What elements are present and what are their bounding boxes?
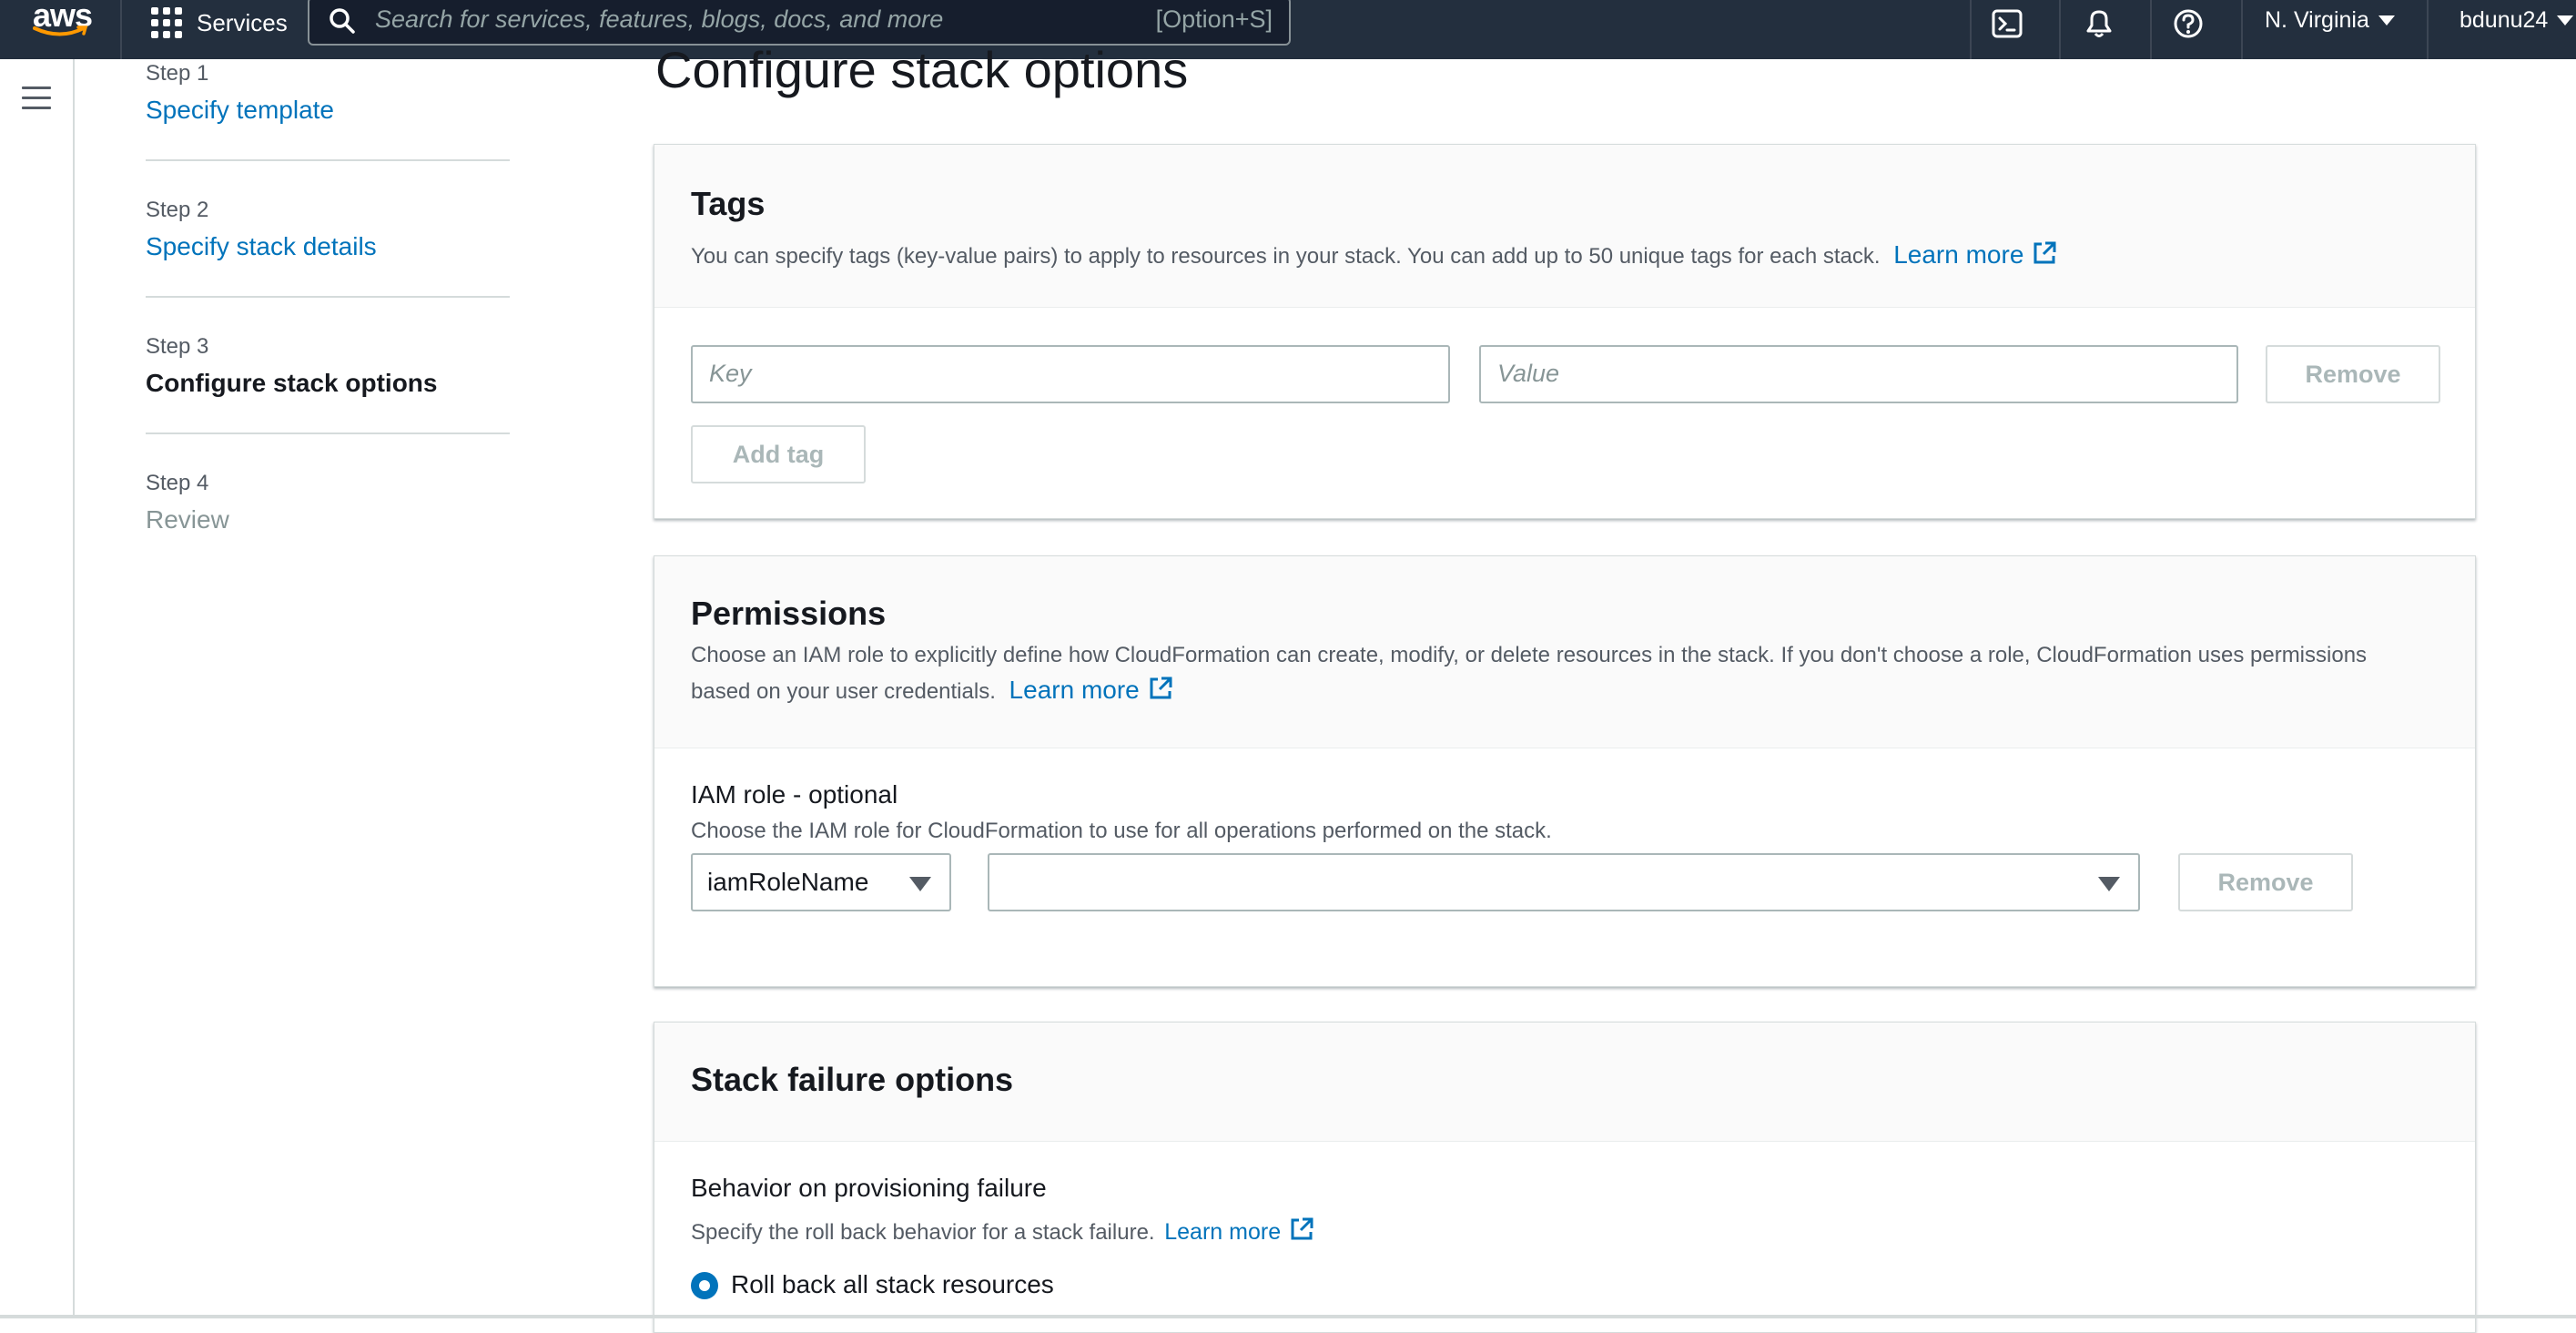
nav-divider (2150, 0, 2152, 59)
permissions-description: Choose an IAM role to explicitly define … (691, 638, 2448, 709)
caret-down-icon (2378, 15, 2395, 25)
add-tag-button[interactable]: Add tag (691, 425, 866, 483)
search-shortcut-hint: [Option+S] (1155, 5, 1273, 33)
iam-role-type-value: iamRoleName (707, 868, 869, 896)
step-review-disabled: Review (146, 505, 229, 534)
behavior-description: Specify the roll back behavior for a sta… (691, 1216, 1315, 1246)
notifications-bell-icon[interactable] (2081, 5, 2117, 42)
iam-role-name-select[interactable] (988, 853, 2140, 911)
rollback-all-radio[interactable] (691, 1272, 718, 1299)
step-number: Step 3 (146, 334, 209, 359)
step-number: Step 1 (146, 61, 209, 86)
behavior-description-text: Specify the roll back behavior for a sta… (691, 1220, 1155, 1245)
tags-panel: Tags You can specify tags (key-value pai… (654, 144, 2476, 519)
stack-failure-title: Stack failure options (691, 1061, 1014, 1098)
wizard-step-1: Step 1 Specify template (146, 59, 510, 161)
permissions-panel: Permissions Choose an IAM role to explic… (654, 555, 2476, 987)
region-label: N. Virginia (2265, 7, 2369, 33)
tags-description: You can specify tags (key-value pairs) t… (691, 238, 2058, 274)
top-navigation: aws Services Search for services, featur… (0, 0, 2576, 59)
services-menu-button[interactable]: Services (151, 0, 288, 46)
cloudshell-icon[interactable] (1990, 5, 2026, 42)
caret-down-icon (2098, 877, 2120, 891)
rollback-all-label[interactable]: Roll back all stack resources (731, 1270, 1054, 1299)
nav-divider (120, 0, 122, 59)
account-name: bdunu24 (2459, 7, 2549, 33)
wizard-steps: Step 1 Specify template Step 2 Specify s… (146, 59, 510, 569)
behavior-learn-more-link[interactable]: Learn more (1164, 1217, 1315, 1245)
iam-role-remove-button[interactable]: Remove (2178, 853, 2353, 911)
step-link-specify-template[interactable]: Specify template (146, 96, 334, 125)
tag-value-input[interactable]: Value (1479, 345, 2238, 403)
external-link-icon (1150, 677, 1172, 699)
window-bottom-edge (0, 1315, 2576, 1318)
iam-role-description: Choose the IAM role for CloudFormation t… (691, 819, 1552, 843)
caret-down-icon (2557, 15, 2574, 25)
stack-failure-panel-header: Stack failure options (654, 1023, 2475, 1142)
tags-title: Tags (691, 185, 766, 222)
learn-more-label: Learn more (1893, 240, 2024, 269)
tag-remove-button[interactable]: Remove (2266, 345, 2440, 403)
permissions-panel-header: Permissions Choose an IAM role to explic… (654, 556, 2475, 748)
permissions-description-line1: Choose an IAM role to explicitly define … (691, 643, 2368, 667)
step-link-specify-stack-details[interactable]: Specify stack details (146, 232, 377, 261)
tag-key-placeholder: Key (709, 360, 752, 387)
learn-more-label: Learn more (1164, 1219, 1282, 1245)
services-label: Services (197, 8, 288, 36)
permissions-learn-more-link[interactable]: Learn more (1009, 676, 1174, 704)
nav-divider (1970, 0, 1972, 59)
nav-divider (2241, 0, 2243, 59)
tags-panel-header: Tags You can specify tags (key-value pai… (654, 145, 2475, 308)
external-link-icon (1291, 1217, 1313, 1240)
aws-smile-icon (33, 25, 88, 36)
tags-description-text: You can specify tags (key-value pairs) t… (691, 244, 1881, 269)
wizard-step-3: Step 3 Configure stack options (146, 298, 510, 434)
caret-down-icon (909, 877, 931, 891)
behavior-label: Behavior on provisioning failure (691, 1174, 1047, 1202)
permissions-title: Permissions (691, 595, 887, 632)
iam-role-label: IAM role - optional (691, 780, 898, 809)
account-menu[interactable]: bdunu24 (2459, 7, 2574, 34)
external-link-icon (2033, 241, 2056, 264)
side-navigation-rail (0, 59, 75, 1318)
search-placeholder: Search for services, features, blogs, do… (375, 5, 944, 33)
step-number: Step 2 (146, 198, 209, 222)
tag-value-placeholder: Value (1497, 360, 1560, 387)
tag-key-input[interactable]: Key (691, 345, 1450, 403)
wizard-step-2: Step 2 Specify stack details (146, 161, 510, 298)
help-icon[interactable] (2170, 5, 2206, 42)
stack-failure-panel: Stack failure options Behavior on provis… (654, 1022, 2476, 1333)
step-number: Step 4 (146, 471, 209, 495)
region-selector[interactable]: N. Virginia (2265, 7, 2395, 34)
menu-hamburger-icon[interactable] (22, 86, 51, 112)
search-icon (330, 8, 355, 34)
nav-divider (2059, 0, 2061, 59)
nav-divider (2427, 0, 2429, 59)
search-input[interactable]: Search for services, features, blogs, do… (308, 0, 1291, 46)
learn-more-label: Learn more (1009, 676, 1140, 704)
permissions-description-line2: based on your user credentials. (691, 679, 996, 704)
step-current-configure-stack-options: Configure stack options (146, 369, 438, 397)
services-grid-icon (151, 7, 182, 38)
page-title: Configure stack options (655, 41, 1189, 98)
iam-role-type-select[interactable]: iamRoleName (691, 853, 951, 911)
tags-learn-more-link[interactable]: Learn more (1893, 240, 2058, 269)
wizard-step-4: Step 4 Review (146, 434, 510, 569)
aws-logo[interactable]: aws (31, 0, 93, 49)
